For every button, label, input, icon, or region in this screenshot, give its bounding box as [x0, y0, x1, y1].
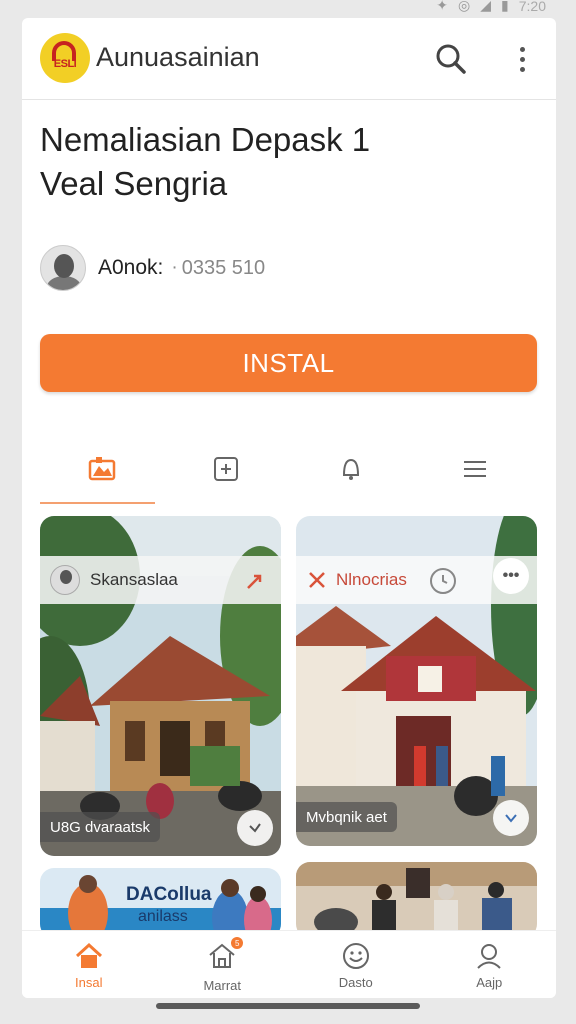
chevron-down-icon — [505, 814, 517, 823]
nav-item-shop[interactable]: 5 Marrat — [156, 931, 290, 998]
post-card[interactable]: Skansaslaa U8G dvaraatsk — [40, 516, 281, 856]
nav-label: Marrat — [203, 978, 242, 993]
tab-active-indicator — [40, 502, 155, 504]
search-button[interactable] — [434, 42, 468, 76]
notification-badge: 5 — [231, 937, 244, 949]
nav-item-home[interactable]: Insal — [22, 931, 156, 998]
promo-subtitle: anilass — [138, 908, 188, 925]
search-icon — [436, 44, 466, 74]
timer-icon[interactable] — [429, 567, 457, 595]
menu-icon — [463, 461, 486, 477]
nav-label: Dasto — [338, 975, 373, 990]
post-card[interactable]: Nlnocrias ••• Mvbqnik aet — [296, 516, 537, 846]
post-card[interactable] — [296, 862, 537, 938]
smiley-icon — [342, 943, 369, 969]
app-bar: ESLI Aunuasainian — [22, 18, 556, 100]
close-icon[interactable] — [306, 569, 328, 591]
card-expand-button[interactable] — [493, 800, 529, 836]
card-author-name: Nlnocrias — [336, 570, 407, 589]
headline-line-2: Veal Sengria — [40, 165, 228, 202]
signal-icon: ✦ — [436, 0, 449, 13]
shop-icon-wrap: 5 — [207, 937, 244, 974]
wifi-icon: ◎ — [458, 0, 471, 13]
tab-extensions[interactable] — [164, 448, 288, 504]
app-screen: ESLI Aunuasainian Nemaliasian Depask 1 V… — [22, 18, 556, 998]
app-title: Aunuasainian — [96, 42, 260, 72]
bottom-navigation: Insal 5 Marrat Dasto Aajp — [22, 930, 556, 998]
status-clock: 7:20 — [518, 0, 546, 14]
card-header: Skansaslaa — [40, 556, 281, 604]
profile-icon — [477, 944, 501, 969]
share-icon[interactable] — [245, 570, 267, 592]
promo-title: DACollua — [126, 884, 212, 905]
chevron-down-icon — [249, 823, 261, 833]
post-card[interactable]: DACollua anilass — [40, 868, 281, 938]
nav-label: Insal — [75, 975, 103, 990]
headline-line-1: Nemaliasian Depask 1 — [40, 121, 371, 158]
author-separator: · — [171, 257, 178, 278]
more-dot — [519, 46, 525, 52]
content-tabs — [40, 448, 537, 504]
card-caption: Mvbqnik aet — [296, 802, 397, 832]
nav-label: Aajp — [476, 975, 503, 990]
nav-item-dasto[interactable]: Dasto — [289, 931, 423, 998]
tab-gallery[interactable] — [40, 448, 164, 504]
nav-item-profile[interactable]: Aajp — [423, 931, 557, 998]
bell-icon — [342, 458, 359, 480]
author-avatar[interactable] — [40, 245, 86, 291]
tab-menu[interactable] — [413, 448, 537, 504]
card-author-avatar[interactable] — [50, 565, 80, 595]
more-dot — [519, 66, 525, 72]
home-icon — [75, 942, 102, 968]
gathering-photo — [296, 862, 537, 938]
status-icons: ✦ ◎ ◢ ▮ 7:20 — [436, 0, 546, 14]
battery-icon: ▮ — [501, 0, 509, 13]
author-name: A0nok: — [98, 256, 164, 279]
app-logo: ESLI — [40, 33, 90, 83]
card-more-button[interactable]: ••• — [493, 558, 529, 594]
card-caption: U8G dvaraatsk — [40, 812, 161, 842]
more-dot — [519, 56, 525, 62]
card-author-name: Skansaslaa — [90, 570, 178, 589]
install-button[interactable]: INSTAL — [40, 334, 537, 392]
puzzle-icon — [214, 457, 239, 481]
more-options-button[interactable] — [510, 42, 534, 76]
page-headline: Nemaliasian Depask 1 Veal Sengria — [40, 118, 540, 206]
card-expand-button[interactable] — [237, 810, 273, 846]
house-image-icon — [88, 457, 116, 481]
network-icon: ◢ — [480, 0, 492, 13]
tab-notifications[interactable] — [289, 448, 413, 504]
author-row[interactable]: A0nok: · 0335 510 — [40, 244, 265, 292]
home-indicator[interactable] — [156, 1003, 420, 1009]
author-count: 0335 510 — [181, 256, 266, 279]
status-bar: ✦ ◎ ◢ ▮ 7:20 — [0, 0, 576, 18]
